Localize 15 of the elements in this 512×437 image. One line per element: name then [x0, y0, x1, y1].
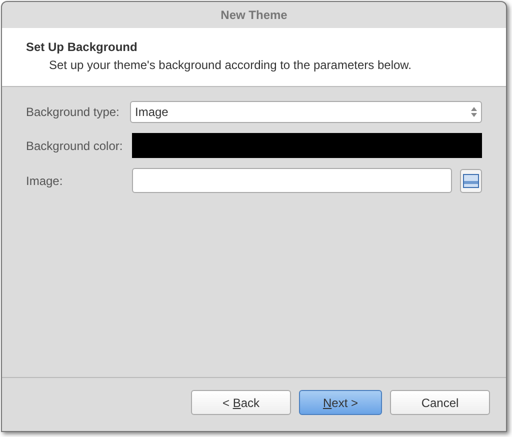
wizard-button[interactable]: < Back	[191, 390, 291, 415]
field-label: Image:	[26, 172, 64, 190]
background-type-dropdown[interactable]: Image	[130, 101, 482, 123]
header-title: Set Up Background	[26, 39, 138, 56]
save-icon	[463, 174, 479, 188]
field-label: Background color:	[26, 138, 124, 154]
spinner-arrows-icon	[471, 106, 477, 118]
image-path-field[interactable]	[132, 168, 452, 193]
wizard-button[interactable]: Next >	[299, 390, 382, 415]
wizard-button[interactable]: Cancel	[390, 390, 490, 415]
window-title: New Theme	[2, 2, 506, 28]
field-label: Background type:	[26, 104, 120, 121]
header-subtitle: Set up your theme's background according to the parameters below.	[48, 57, 413, 74]
color-swatch[interactable]	[132, 133, 482, 158]
browse-button[interactable]	[460, 168, 482, 192]
